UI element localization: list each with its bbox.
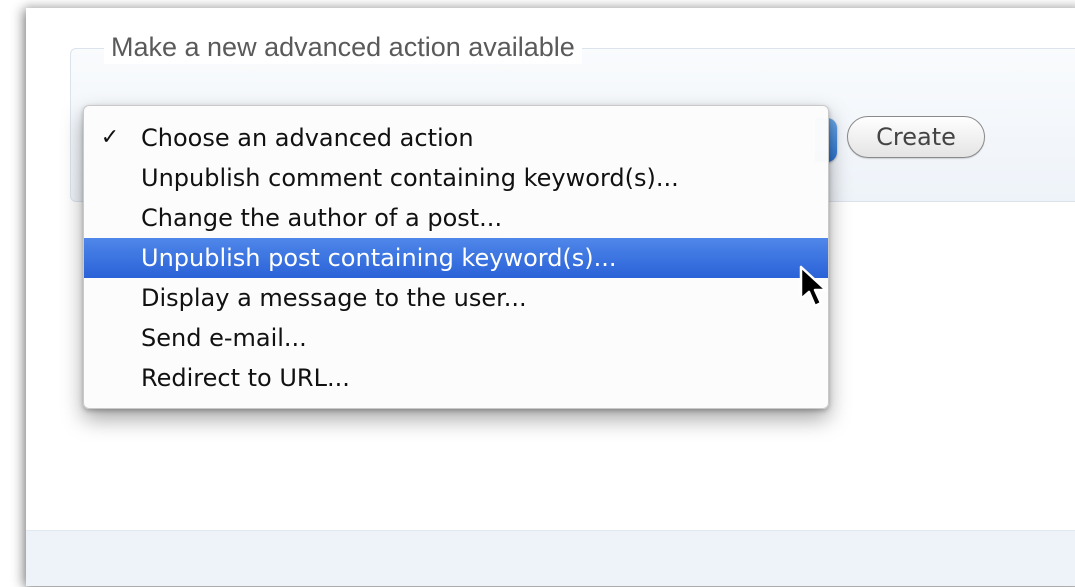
action-dropdown-menu: ✓ Choose an advanced action Unpublish co… bbox=[83, 105, 829, 409]
panel-footer bbox=[26, 530, 1075, 586]
menu-item-label: Redirect to URL... bbox=[141, 364, 350, 392]
menu-item-label: Choose an advanced action bbox=[141, 124, 474, 152]
checkmark-icon: ✓ bbox=[100, 125, 120, 150]
menu-item-label: Change the author of a post... bbox=[141, 204, 503, 232]
menu-item-redirect-url[interactable]: Redirect to URL... bbox=[84, 358, 828, 398]
arrow-cursor-icon bbox=[799, 265, 828, 308]
menu-item-choose-action[interactable]: ✓ Choose an advanced action bbox=[84, 118, 828, 158]
menu-item-send-email[interactable]: Send e-mail... bbox=[84, 318, 828, 358]
menu-item-label: Unpublish comment containing keyword(s).… bbox=[141, 164, 679, 192]
menu-item-label: Display a message to the user... bbox=[141, 284, 527, 312]
menu-item-label: Send e-mail... bbox=[141, 324, 307, 352]
menu-item-display-message[interactable]: Display a message to the user... bbox=[84, 278, 828, 318]
fieldset-legend: Make a new advanced action available bbox=[104, 30, 582, 64]
menu-item-change-author[interactable]: Change the author of a post... bbox=[84, 198, 828, 238]
menu-item-unpublish-comment[interactable]: Unpublish comment containing keyword(s).… bbox=[84, 158, 828, 198]
menu-item-label: Unpublish post containing keyword(s)... bbox=[141, 244, 617, 272]
create-button[interactable]: Create bbox=[847, 116, 985, 158]
menu-item-unpublish-post[interactable]: Unpublish post containing keyword(s)... bbox=[84, 238, 828, 278]
